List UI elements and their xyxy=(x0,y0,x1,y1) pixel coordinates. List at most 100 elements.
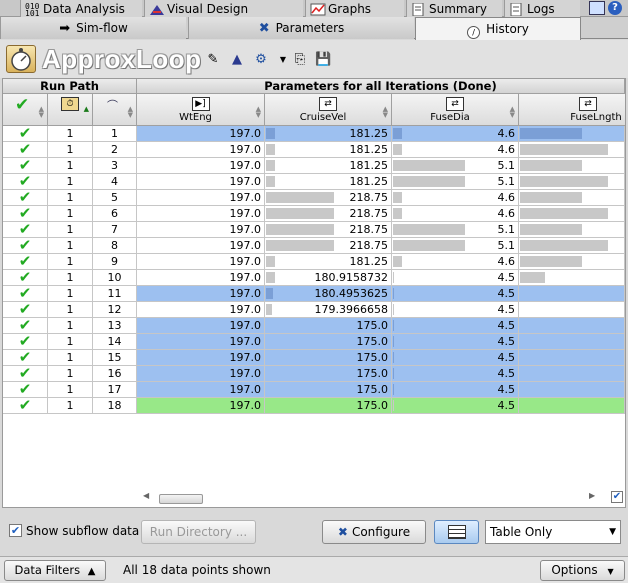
status-cell: ✔ xyxy=(3,318,48,334)
table-row[interactable]: ✔ 1 15 197.0 175.0 4.5 xyxy=(3,350,625,366)
triangle-up-icon: ▲ xyxy=(87,566,96,577)
tab-parameters[interactable]: ✖ Parameters xyxy=(188,17,414,39)
run-cell: 1 xyxy=(48,158,93,174)
cell-value: 5.1 xyxy=(497,159,516,172)
cell-value: 197.0 xyxy=(229,239,262,252)
iteration-cell: 14 xyxy=(93,334,137,350)
value-cell-fuselngth xyxy=(519,350,625,366)
status-cell: ✔ xyxy=(3,190,48,206)
options-button[interactable]: Options ▼ xyxy=(540,560,625,581)
help-icon[interactable]: ? xyxy=(608,1,622,15)
scroll-left-icon[interactable]: ◀ xyxy=(143,491,149,500)
column-header-fuselngth[interactable]: ⇄ FuseLngth xyxy=(519,94,625,126)
table-row[interactable]: ✔ 1 3 197.0 181.25 5.1 xyxy=(3,158,625,174)
value-bar xyxy=(393,384,394,395)
value-cell-wteng: 197.0 xyxy=(137,350,265,366)
chevron-down-icon[interactable]: ▼ xyxy=(275,52,291,68)
tab-graphs[interactable]: Graphs xyxy=(305,0,404,17)
column-header-fusedia[interactable]: ⇄ FuseDia ▲ ▼ xyxy=(392,94,519,126)
value-bar xyxy=(393,304,394,315)
data-filters-button[interactable]: Data Filters ▲ xyxy=(4,560,106,581)
run-column-header[interactable]: ⏱ ▲ xyxy=(48,94,93,126)
configure-button[interactable]: ✖ Configure xyxy=(322,520,426,544)
value-cell-fusedia: 4.6 xyxy=(392,206,519,222)
column-header-cruisevel[interactable]: ⇄ CruiseVel ▲ ▼ xyxy=(265,94,392,126)
tab-history[interactable]: / History xyxy=(415,17,581,40)
checkmark-icon: ✔ xyxy=(18,318,32,334)
table-row[interactable]: ✔ 1 16 197.0 175.0 4.5 xyxy=(3,366,625,382)
value-bar xyxy=(520,208,608,219)
table-row[interactable]: ✔ 1 6 197.0 218.75 4.6 xyxy=(3,206,625,222)
iteration-cell: 16 xyxy=(93,366,137,382)
value-cell-wteng: 197.0 xyxy=(137,382,265,398)
top-right-tools: ? xyxy=(587,0,625,17)
tab-sim-flow[interactable]: ➡ Sim-flow xyxy=(0,17,186,39)
cell-value: 197.0 xyxy=(229,175,262,188)
cell-value: 197.0 xyxy=(229,127,262,140)
flag-icon[interactable]: ▲ xyxy=(229,52,245,68)
cell-value: 4.5 xyxy=(497,383,516,396)
status-column-header[interactable]: ✔ ▲ ▼ xyxy=(3,94,48,126)
iteration-column-header[interactable]: ⌒ ▲ ▼ xyxy=(93,94,137,126)
screen-settings-icon[interactable] xyxy=(589,1,605,15)
horizontal-scrollbar[interactable]: ◀ ▶ xyxy=(143,491,613,505)
scroll-right-icon[interactable]: ▶ xyxy=(589,491,595,500)
cell-value: 5.1 xyxy=(497,223,516,236)
value-cell-wteng: 197.0 xyxy=(137,190,265,206)
table-view-button[interactable] xyxy=(434,520,479,544)
column-chooser-checkbox[interactable]: ✔ xyxy=(611,491,623,503)
value-cell-fusedia: 5.1 xyxy=(392,238,519,254)
table-row[interactable]: ✔ 1 14 197.0 175.0 4.5 xyxy=(3,334,625,350)
table-row[interactable]: ✔ 1 12 197.0 179.3966658 4.5 xyxy=(3,302,625,318)
checkmark-icon: ✔ xyxy=(18,158,32,174)
value-cell-fuselngth xyxy=(519,366,625,382)
checkmark-icon: ✔ xyxy=(18,382,32,398)
cell-value: 4.5 xyxy=(497,367,516,380)
table-row[interactable]: ✔ 1 2 197.0 181.25 4.6 xyxy=(3,142,625,158)
edit-icon[interactable]: ✎ xyxy=(205,52,221,68)
status-cell: ✔ xyxy=(3,302,48,318)
table-row[interactable]: ✔ 1 8 197.0 218.75 5.1 xyxy=(3,238,625,254)
value-cell-wteng: 197.0 xyxy=(137,334,265,350)
copy-icon[interactable]: ⎘ xyxy=(292,52,308,68)
value-bar xyxy=(393,256,402,267)
table-row[interactable]: ✔ 1 9 197.0 181.25 4.6 xyxy=(3,254,625,270)
tab-visual-design[interactable]: Visual Design xyxy=(144,0,303,17)
tools-icon[interactable]: ⚙ xyxy=(253,52,269,68)
value-cell-fuselngth xyxy=(519,238,625,254)
status-cell: ✔ xyxy=(3,206,48,222)
value-bar xyxy=(266,192,334,203)
table-row[interactable]: ✔ 1 17 197.0 175.0 4.5 xyxy=(3,382,625,398)
save-icon[interactable]: 💾 xyxy=(315,52,331,68)
iteration-cell: 12 xyxy=(93,302,137,318)
value-bar xyxy=(393,352,394,363)
value-cell-wteng: 197.0 xyxy=(137,174,265,190)
status-cell: ✔ xyxy=(3,238,48,254)
show-subflow-checkbox[interactable]: ✔ xyxy=(9,524,22,537)
table-row[interactable]: ✔ 1 10 197.0 180.9158732 4.5 xyxy=(3,270,625,286)
view-mode-select[interactable]: Table Only ▼ xyxy=(485,520,621,544)
value-cell-cruisevel: 175.0 xyxy=(265,382,392,398)
value-cell-cruisevel: 175.0 xyxy=(265,366,392,382)
table-row[interactable]: ✔ 1 11 197.0 180.4953625 4.5 xyxy=(3,286,625,302)
top-tab-bar: 010 101 Data Analysis Visual Design Graph… xyxy=(0,0,628,17)
table-icon xyxy=(448,525,466,539)
sort-ascending-icon: ▲ xyxy=(83,105,89,113)
value-cell-fusedia: 5.1 xyxy=(392,158,519,174)
tab-summary[interactable]: Summary xyxy=(406,0,502,17)
table-row[interactable]: ✔ 1 4 197.0 181.25 5.1 xyxy=(3,174,625,190)
scrollbar-thumb[interactable] xyxy=(159,494,203,504)
iteration-cell: 18 xyxy=(93,398,137,414)
table-row[interactable]: ✔ 1 5 197.0 218.75 4.6 xyxy=(3,190,625,206)
tab-logs[interactable]: Logs xyxy=(504,0,580,17)
table-row[interactable]: ✔ 1 13 197.0 175.0 4.5 xyxy=(3,318,625,334)
tab-data-analysis[interactable]: 010 101 Data Analysis xyxy=(20,0,142,17)
column-header-wteng[interactable]: ▶] WtEng ▲ ▼ xyxy=(137,94,265,126)
value-cell-cruisevel: 218.75 xyxy=(265,222,392,238)
table-row[interactable]: ✔ 1 18 197.0 175.0 4.5 xyxy=(3,398,625,414)
value-cell-fuselngth xyxy=(519,206,625,222)
table-row[interactable]: ✔ 1 1 197.0 181.25 4.6 xyxy=(3,126,625,142)
table-row[interactable]: ✔ 1 7 197.0 218.75 5.1 xyxy=(3,222,625,238)
run-directory-button[interactable]: Run Directory ... xyxy=(141,520,256,544)
cell-value: 5.1 xyxy=(497,239,516,252)
